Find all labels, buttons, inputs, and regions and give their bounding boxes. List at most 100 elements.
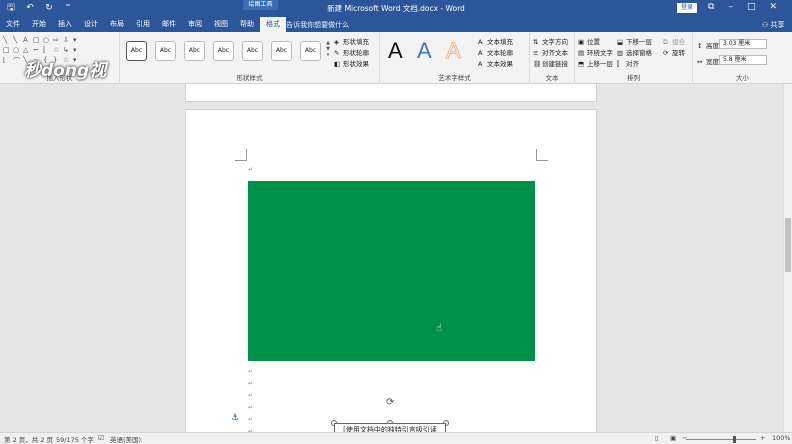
rotation-handle-icon[interactable]: ⟳ <box>386 397 394 408</box>
shape-arrow-icon[interactable]: ⇨ <box>53 36 62 44</box>
position-button[interactable]: ▣ 位置 <box>578 36 600 47</box>
title-bar: 🖫 ↶ ↻ ⁼ 绘图工具 新建 Microsoft Word 文档.docx -… <box>0 0 792 17</box>
tab-layout[interactable]: 布局 <box>104 17 130 32</box>
tab-help[interactable]: 帮助 <box>234 17 260 32</box>
shape-rect-icon[interactable]: □ <box>33 36 42 44</box>
wordart-sample-black[interactable]: A <box>388 38 403 64</box>
shape-arrow-icon[interactable]: ↳ <box>63 46 72 54</box>
share-button[interactable]: ⚇ 共享 <box>762 20 785 30</box>
tab-insert[interactable]: 插入 <box>52 17 78 32</box>
close-icon[interactable]: ✕ <box>769 2 777 12</box>
shape-style-7[interactable]: Abc <box>300 41 321 61</box>
vertical-scrollbar[interactable] <box>783 84 792 432</box>
shape-style-2[interactable]: Abc <box>155 41 176 61</box>
text-fill-icon: A <box>478 37 483 46</box>
tab-review[interactable]: 审阅 <box>182 17 208 32</box>
bring-forward-icon: ⬒ <box>578 59 585 68</box>
read-mode-icon[interactable]: ▯ <box>655 434 659 442</box>
shape-styles-scroll[interactable]: ▲ ▼ ▾ <box>325 40 331 66</box>
login-button[interactable]: 登录 <box>677 3 697 13</box>
shape-more-icon[interactable]: ▾ <box>73 46 82 54</box>
scrollbar-thumb[interactable] <box>785 218 791 272</box>
text-group-label: 文本 <box>545 74 559 82</box>
wordart-sample-blue[interactable]: A <box>417 38 432 64</box>
proofing-icon[interactable]: ☑ <box>98 434 104 442</box>
shape-line-icon[interactable]: ╲ <box>13 36 22 44</box>
tab-home[interactable]: 开始 <box>26 17 52 32</box>
group-button[interactable]: ⧉ 组合 <box>663 36 685 47</box>
insert-shapes-label: 插入形状 <box>46 74 73 82</box>
wrap-text-label: 环绕文字 <box>587 49 613 57</box>
shape-oval-icon[interactable]: ○ <box>13 46 22 54</box>
arrange-label: 排列 <box>627 74 640 82</box>
page-2[interactable]: ↵ ☝ ↵ ↵ ↵ ↵ ↵ ↵ ⚓ ⟳ [使用文档中的独特引言吸引读 <box>185 109 597 432</box>
text-direction-button[interactable]: ⇅ 文字方向 <box>533 36 568 47</box>
wordart-sample-orange[interactable]: A <box>446 38 462 64</box>
shape-style-1[interactable]: Abc <box>126 41 147 61</box>
paragraph-mark: ↵ <box>248 416 254 423</box>
width-input[interactable]: 5.8 厘米 <box>719 55 767 65</box>
page-count[interactable]: 第 2 页，共 2 页 <box>4 434 53 444</box>
shape-line-icon[interactable]: ⌊ <box>3 56 12 66</box>
ribbon-display-icon[interactable]: ⧉ <box>708 2 714 12</box>
text-effects-label: 文本效果 <box>487 60 513 68</box>
create-link-button[interactable]: ⛓ 创建链接 <box>533 58 568 69</box>
text-outline-button[interactable]: A 文本轮廓 <box>478 47 513 58</box>
zoom-slider[interactable] <box>686 439 756 440</box>
zoom-slider-thumb[interactable] <box>733 436 736 443</box>
shape-arrow-icon[interactable]: ⇩ <box>63 36 72 44</box>
shape-style-5[interactable]: Abc <box>242 41 263 61</box>
shape-outline-button[interactable]: ✎ 形状轮廓 <box>334 47 369 58</box>
minimize-icon[interactable]: – <box>728 2 733 12</box>
shape-style-4[interactable]: Abc <box>213 41 234 61</box>
zoom-level[interactable]: 100% <box>772 434 791 442</box>
shape-outline-label: 形状轮廓 <box>343 49 369 57</box>
text-fill-button[interactable]: A 文本填充 <box>478 36 513 47</box>
wrap-text-button[interactable]: ▤ 环绕文字 <box>578 47 613 58</box>
document-title: 新建 Microsoft Word 文档.docx - Word <box>327 4 465 13</box>
align-text-icon: ≡ <box>533 48 539 57</box>
tab-view[interactable]: 视图 <box>208 17 234 32</box>
shape-more-icon[interactable]: ▾ <box>73 36 82 44</box>
tab-mailings[interactable]: 邮件 <box>156 17 182 32</box>
green-rectangle-shape[interactable] <box>248 181 535 361</box>
shape-triangle-icon[interactable]: △ <box>23 46 32 54</box>
rotate-button[interactable]: ⟳ 旋转 <box>663 47 685 58</box>
quote-textbox[interactable]: [使用文档中的独特引言吸引读 <box>334 423 446 432</box>
shape-style-6[interactable]: Abc <box>271 41 292 61</box>
text-effects-button[interactable]: A 文本效果 <box>478 58 513 69</box>
more-icon[interactable]: ▾ <box>327 52 330 58</box>
shape-line-icon[interactable]: ╲ <box>3 36 12 44</box>
send-backward-button[interactable]: ⬓ 下移一层 <box>617 36 652 47</box>
shape-text-icon[interactable]: A <box>23 36 32 44</box>
shape-rect-icon[interactable]: □ <box>3 46 12 54</box>
tab-design[interactable]: 设计 <box>78 17 104 32</box>
zoom-in-icon[interactable]: + <box>760 434 765 442</box>
bring-forward-button[interactable]: ⬒ 上移一层 <box>578 58 613 69</box>
shape-style-3[interactable]: Abc <box>184 41 205 61</box>
shape-curve-icon[interactable]: ⌒ <box>13 56 22 66</box>
selection-pane-button[interactable]: ▥ 选择窗格 <box>617 47 652 58</box>
print-layout-icon[interactable]: ▣ <box>670 434 676 442</box>
shape-oval-icon[interactable]: ○ <box>43 36 52 44</box>
shape-bracket-icon[interactable]: [ <box>43 46 52 54</box>
shape-effects-button[interactable]: ◧ 形状效果 <box>334 58 369 69</box>
shape-fill-button[interactable]: ◈ 形状填充 <box>334 36 369 47</box>
tab-file[interactable]: 文件 <box>0 17 26 32</box>
shape-styles-group: Abc Abc Abc Abc Abc Abc Abc ▲ ▼ ▾ ◈ 形状填充… <box>120 32 380 84</box>
group-icon: ⧉ <box>663 37 668 46</box>
maximize-icon[interactable]: □ <box>747 2 756 12</box>
person-icon: ⚇ <box>762 21 769 29</box>
align-button[interactable]: ⫿ 对齐 <box>617 58 639 69</box>
size-group: ↕ 高度: 3.03 厘米 ↔ 宽度: 5.8 厘米 大小 <box>693 32 792 84</box>
shape-line-icon[interactable]: ⌐ <box>33 46 42 54</box>
align-text-button[interactable]: ≡ 对齐文本 <box>533 47 568 58</box>
zoom-out-icon[interactable]: − <box>682 434 687 442</box>
language-indicator[interactable]: 英语(美国) <box>110 434 141 444</box>
height-input[interactable]: 3.03 厘米 <box>719 39 767 49</box>
word-count[interactable]: 59/175 个字 <box>56 434 94 444</box>
tell-me-search[interactable]: ⚲ 告诉我你想要做什么 <box>278 20 349 30</box>
margin-corner-mark <box>536 149 548 161</box>
tab-references[interactable]: 引用 <box>130 17 156 32</box>
shape-star-icon[interactable]: ☆ <box>53 46 62 54</box>
